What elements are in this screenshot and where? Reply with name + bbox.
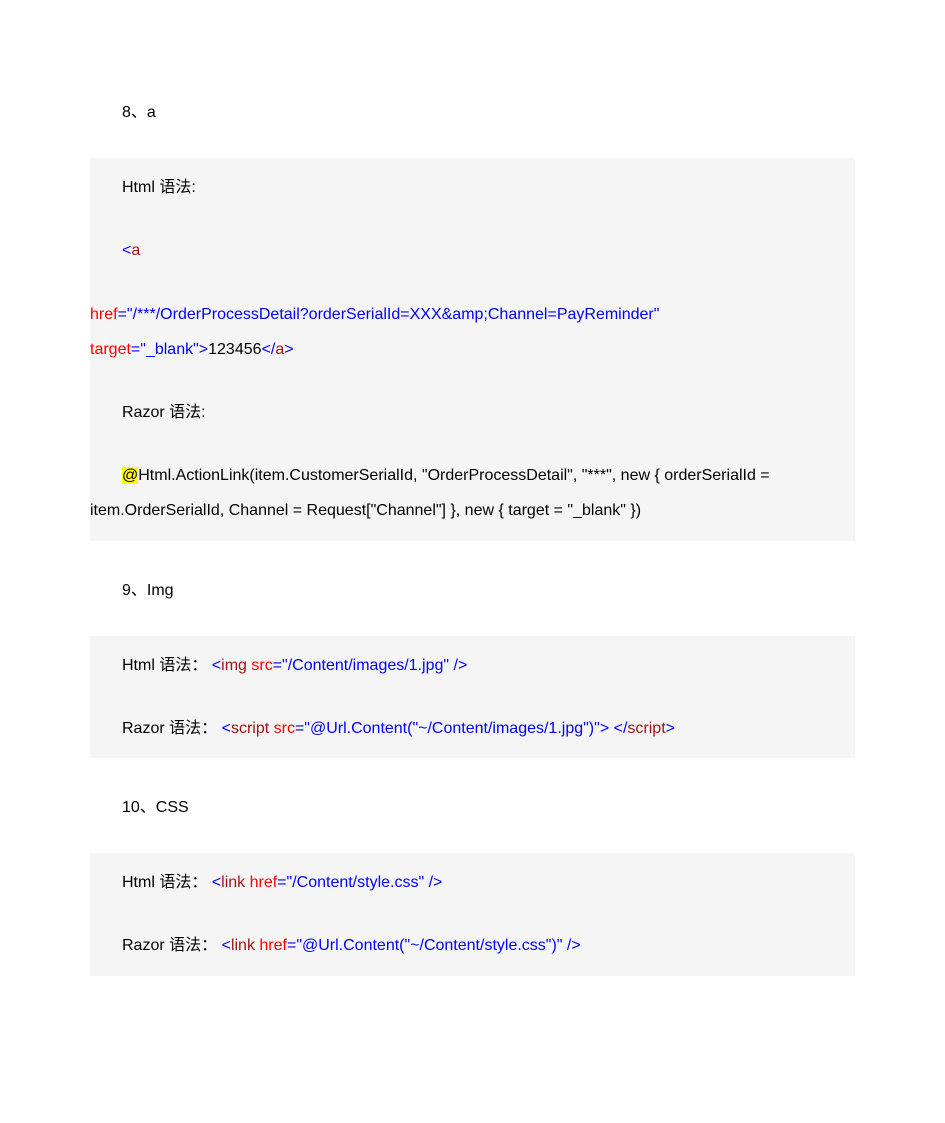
section-heading-9: 9、Img bbox=[90, 573, 855, 608]
img-9h: img bbox=[221, 657, 251, 674]
href-val-10h: "/Content/style.css" bbox=[287, 874, 425, 891]
close-9h: /> bbox=[449, 657, 467, 674]
razor-code-8: @Html.ActionLink(item.CustomerSerialId, … bbox=[90, 458, 855, 528]
attr-href: href bbox=[90, 306, 118, 323]
val-target: "_blank" bbox=[140, 341, 199, 358]
eq-href: = bbox=[118, 306, 127, 323]
gt: > bbox=[199, 341, 208, 358]
razor-line-10: Razor 语法： <link href="@Url.Content("~/Co… bbox=[90, 928, 855, 963]
link-10r: link bbox=[231, 937, 259, 954]
href-eq-10h: = bbox=[277, 874, 286, 891]
anchor-text: 123456 bbox=[208, 341, 261, 358]
src-val-9r: "@Url.Content("~/Content/images/1.jpg")" bbox=[304, 720, 600, 737]
html-syntax-label: Html 语法: bbox=[90, 170, 855, 205]
tag-a: a bbox=[131, 242, 140, 259]
href-attr-10r: href bbox=[259, 937, 287, 954]
close-10r: /> bbox=[562, 937, 580, 954]
src-attr-9h: src bbox=[251, 657, 272, 674]
open-angle: < bbox=[122, 242, 131, 259]
razor-prefix-10: Razor 语法： bbox=[122, 937, 217, 954]
val-href: "/***/OrderProcessDetail?orderSerialId=X… bbox=[127, 306, 660, 323]
href-val-10r: "@Url.Content("~/Content/style.css")" bbox=[296, 937, 562, 954]
src-eq-9h: = bbox=[273, 657, 282, 674]
html-prefix-10: Html 语法： bbox=[122, 874, 207, 891]
html-prefix-9: Html 语法： bbox=[122, 657, 207, 674]
close-gt: > bbox=[284, 341, 293, 358]
close-lt-9r: </ bbox=[614, 720, 628, 737]
close-script-9r: script bbox=[627, 720, 665, 737]
lt-9h: < bbox=[212, 657, 221, 674]
section-heading-8: 8、a bbox=[90, 95, 855, 130]
attr-target: target bbox=[90, 341, 131, 358]
html-line-10: Html 语法： <link href="/Content/style.css"… bbox=[90, 865, 855, 900]
link-10h: link bbox=[221, 874, 249, 891]
html-a-tag-open: <a bbox=[90, 233, 855, 268]
href-attr-10h: href bbox=[250, 874, 278, 891]
eq-target: = bbox=[131, 341, 140, 358]
html-line-9: Html 语法： <img src="/Content/images/1.jpg… bbox=[90, 648, 855, 683]
href-eq-10r: = bbox=[287, 937, 296, 954]
src-val-9h: "/Content/images/1.jpg" bbox=[282, 657, 449, 674]
close-a: a bbox=[275, 341, 284, 358]
razor-body: Html.ActionLink(item.CustomerSerialId, "… bbox=[90, 467, 770, 519]
code-block-9: Html 语法： <img src="/Content/images/1.jpg… bbox=[90, 636, 855, 758]
gt-9r: > bbox=[600, 720, 609, 737]
src-attr-9r: src bbox=[274, 720, 295, 737]
close-gt-9r: > bbox=[666, 720, 675, 737]
script-9r: script bbox=[231, 720, 274, 737]
razor-prefix-9: Razor 语法： bbox=[122, 720, 217, 737]
code-block-8: Html 语法: <a href="/***/OrderProcessDetai… bbox=[90, 158, 855, 540]
lt-10h: < bbox=[212, 874, 221, 891]
lt-9r: < bbox=[222, 720, 231, 737]
razor-syntax-label: Razor 语法: bbox=[90, 395, 855, 430]
razor-line-9: Razor 语法： <script src="@Url.Content("~/C… bbox=[90, 711, 855, 746]
close-10h: /> bbox=[424, 874, 442, 891]
close-lt: </ bbox=[262, 341, 276, 358]
code-block-10: Html 语法： <link href="/Content/style.css"… bbox=[90, 853, 855, 975]
razor-at: @ bbox=[122, 467, 138, 484]
html-a-tag-body: href="/***/OrderProcessDetail?orderSeria… bbox=[90, 297, 855, 367]
src-eq-9r: = bbox=[295, 720, 304, 737]
lt-10r: < bbox=[222, 937, 231, 954]
section-heading-10: 10、CSS bbox=[90, 790, 855, 825]
